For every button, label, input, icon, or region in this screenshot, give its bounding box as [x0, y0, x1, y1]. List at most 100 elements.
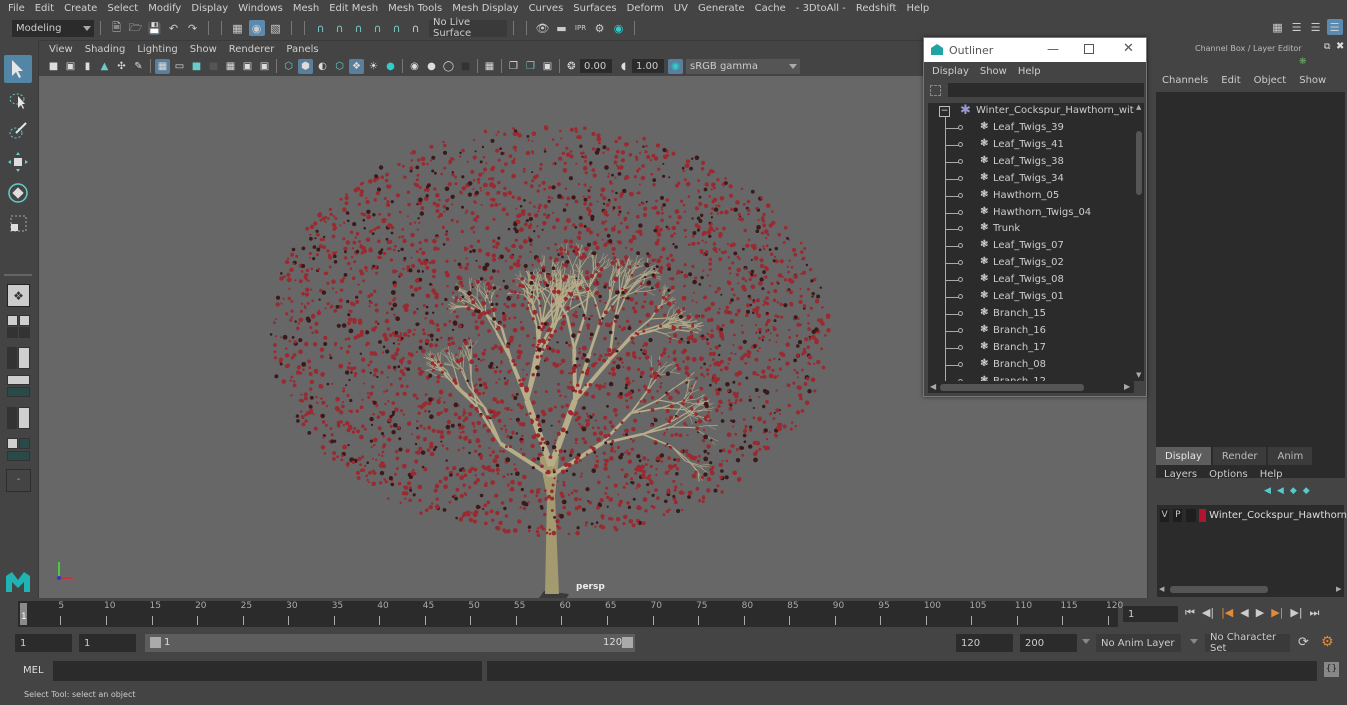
layout-node-editor-button-2[interactable] [19, 438, 30, 449]
time-slider[interactable]: 1 5 10 15 20 25 30 35 40 45 50 55 60 65 70 75 80 85 90 95 1… [18, 601, 1123, 627]
outliner-item[interactable]: ❃ Hawthorn_Twigs_04 [928, 205, 1134, 222]
outliner-item[interactable]: ❃ Trunk [928, 221, 1134, 238]
menu-uv[interactable]: UV [670, 3, 694, 14]
viewport-menu-lighting[interactable]: Lighting [131, 44, 183, 55]
range-end-handle[interactable] [622, 637, 633, 648]
screen-space-ao-icon[interactable]: ◉ [407, 59, 422, 74]
collapse-icon[interactable]: − [939, 106, 950, 117]
outliner-item[interactable]: ❃ Leaf_Twigs_01 [928, 289, 1134, 306]
safe-action-icon[interactable]: ▣ [240, 59, 255, 74]
outliner-item[interactable]: ❃ Leaf_Twigs_41 [928, 137, 1134, 154]
save-scene-icon[interactable]: 💾 [147, 20, 163, 36]
move-layer-down-icon[interactable]: ◀ [1277, 486, 1284, 496]
scroll-right-arrow[interactable]: ▶ [1336, 585, 1341, 593]
gamma-field[interactable]: 1.00 [632, 59, 664, 73]
scrollbar-thumb[interactable] [1170, 586, 1268, 593]
snap-grid-icon[interactable]: ∩ [313, 20, 329, 36]
layout-node-editor-button[interactable] [7, 438, 18, 449]
paint-select-tool-icon[interactable] [4, 117, 32, 145]
use-default-material-icon[interactable]: ⬡ [332, 59, 347, 74]
xray-joints-icon[interactable]: ▣ [540, 59, 555, 74]
mode-selector[interactable]: Modeling [12, 19, 94, 37]
layout-four-view-button[interactable] [7, 315, 18, 326]
wireframe-icon[interactable]: ⬡ [281, 59, 296, 74]
depth-of-field-icon[interactable]: ■ [458, 59, 473, 74]
menu-3dtoall[interactable]: - 3DtoAll - [792, 3, 852, 14]
layer-menu-layers[interactable]: Layers [1158, 469, 1203, 480]
step-forward-key-icon[interactable]: ▶| [1271, 606, 1283, 620]
move-layer-up-icon[interactable]: ◀ [1264, 486, 1271, 496]
outliner-search-input[interactable] [948, 83, 1144, 97]
layout-outliner-persp-button-2[interactable] [18, 347, 30, 369]
menu-file[interactable]: File [4, 3, 31, 14]
image-plane-icon[interactable]: ▲ [97, 59, 112, 74]
layout-hypershade-button-2[interactable] [18, 407, 30, 429]
xray-active-components-icon[interactable]: ❐ [523, 59, 538, 74]
resolution-gate-icon[interactable]: ■ [189, 59, 204, 74]
scroll-up-arrow[interactable]: ▲ [1136, 103, 1141, 111]
layer-horizontal-scrollbar[interactable]: ◀ ▶ [1157, 584, 1344, 596]
outliner-item[interactable]: ❃ Branch_15 [928, 306, 1134, 323]
gamma-icon[interactable]: ◖ [616, 59, 631, 74]
scroll-left-arrow[interactable]: ◀ [930, 382, 936, 391]
film-gate-icon[interactable]: ▭ [172, 59, 187, 74]
grease-pencil-icon[interactable]: ✎ [131, 59, 146, 74]
scrollbar-thumb[interactable] [1136, 131, 1142, 195]
safe-title-icon[interactable]: ▣ [257, 59, 272, 74]
modeling-toolkit-icon[interactable]: ▦ [1270, 19, 1286, 35]
viewport-menu-view[interactable]: View [43, 44, 79, 55]
close-panel-icon[interactable]: ✖ [1336, 41, 1344, 52]
outliner-item[interactable]: ❃ Leaf_Twigs_39 [928, 120, 1134, 137]
play-forwards-icon[interactable]: ▶ [1256, 606, 1264, 620]
scrollbar-thumb[interactable] [940, 384, 1084, 391]
rotate-tool-icon[interactable] [4, 179, 32, 207]
current-frame-field[interactable]: 1 [1123, 606, 1178, 622]
channel-box-menu-object[interactable]: Object [1248, 75, 1294, 86]
outliner-item[interactable]: ❃ Leaf_Twigs_08 [928, 272, 1134, 289]
render-current-frame-icon[interactable]: ▬ [554, 20, 570, 36]
menu-modify[interactable]: Modify [144, 3, 187, 14]
bookmark-icon[interactable]: ▮ [80, 59, 95, 74]
go-to-start-icon[interactable]: ⏮ [1185, 606, 1195, 620]
step-back-frame-icon[interactable]: ◀| [1202, 606, 1214, 620]
menu-deform[interactable]: Deform [623, 3, 670, 14]
ipr-render-icon[interactable]: IPR [573, 20, 589, 36]
outliner-menu-help[interactable]: Help [1014, 66, 1048, 77]
command-input[interactable] [53, 661, 482, 681]
chevron-down-icon[interactable] [1190, 639, 1198, 644]
layer-display-type-toggle[interactable] [1186, 508, 1196, 522]
viewport-menu-renderer[interactable]: Renderer [223, 44, 281, 55]
menu-select[interactable]: Select [103, 3, 144, 14]
motion-blur-icon[interactable]: ● [424, 59, 439, 74]
playback-start-field[interactable]: 1 [79, 634, 136, 652]
layout-persp-graph-button-2[interactable] [7, 387, 30, 397]
use-all-lights-icon[interactable]: ☀ [366, 59, 381, 74]
menu-mesh-display[interactable]: Mesh Display [448, 3, 524, 14]
channel-box-menu-show[interactable]: Show [1293, 75, 1333, 86]
lasso-tool-icon[interactable] [4, 86, 32, 114]
character-set-dropdown[interactable]: No Character Set [1205, 632, 1290, 654]
single-perspective-layout-button[interactable]: ❖ [7, 284, 30, 307]
select-tool-icon[interactable] [4, 55, 32, 83]
snap-surface-icon[interactable]: ∩ [408, 20, 424, 36]
auto-key-icon[interactable]: ⟳ [1298, 635, 1309, 650]
open-scene-icon[interactable]: 🗁 [128, 20, 144, 36]
outliner-root-item[interactable]: −✱Winter_Cockspur_Hawthorn_with_B [928, 103, 1134, 120]
tab-anim[interactable]: Anim [1268, 447, 1313, 465]
layer-menu-help[interactable]: Help [1254, 469, 1289, 480]
color-management-icon[interactable]: ◉ [668, 58, 683, 74]
layer-row[interactable]: V P Winter_Cockspur_Hawthorn [1160, 507, 1347, 523]
menu-generate[interactable]: Generate [694, 3, 751, 14]
outliner-vertical-scrollbar[interactable]: ▲ ▼ [1134, 103, 1144, 381]
render-view-icon[interactable]: 👁 [535, 20, 551, 36]
menu-help[interactable]: Help [902, 3, 935, 14]
go-to-end-icon[interactable]: ⏭ [1310, 606, 1320, 620]
live-surface-field[interactable]: No Live Surface [429, 17, 507, 39]
scroll-left-arrow[interactable]: ◀ [1159, 585, 1164, 593]
animation-end-field[interactable]: 200 [1020, 634, 1077, 652]
menu-display[interactable]: Display [187, 3, 234, 14]
scroll-down-arrow[interactable]: ▼ [1136, 371, 1141, 379]
hypershade-icon[interactable]: ◉ [611, 20, 627, 36]
animation-start-field[interactable]: 1 [15, 634, 72, 652]
step-forward-frame-icon[interactable]: ▶| [1290, 606, 1302, 620]
